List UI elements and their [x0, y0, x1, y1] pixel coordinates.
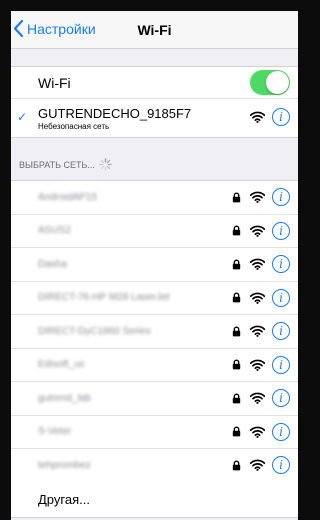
network-name: S-Veter	[38, 426, 72, 438]
lock-icon	[232, 359, 241, 370]
loading-spinner-icon	[99, 158, 112, 171]
network-row[interactable]: DIRECT-DyC1860 Series i	[11, 315, 298, 349]
network-name: DIRECT-DyC1860 Series	[38, 325, 151, 337]
network-name: AndroidAP15	[38, 191, 97, 203]
network-row[interactable]: S-Veter i	[11, 416, 298, 449]
info-icon[interactable]: i	[272, 108, 290, 126]
navigation-bar: Настройки Wi-Fi	[11, 11, 298, 49]
network-name: Edisoft_uc	[38, 359, 85, 371]
toggle-knob	[266, 71, 289, 94]
wifi-signal-icon	[250, 191, 265, 203]
info-icon[interactable]: i	[272, 255, 290, 273]
wifi-signal-icon	[250, 325, 265, 337]
network-row[interactable]: ASUS2 i	[11, 215, 298, 248]
section-header-label: ВЫБРАТЬ СЕТЬ...	[19, 160, 95, 170]
network-name: ASUS2	[38, 225, 71, 237]
lock-icon	[232, 225, 241, 236]
wifi-signal-icon	[250, 292, 265, 304]
wifi-signal-icon	[250, 258, 265, 270]
wifi-toggle-row: Wi-Fi	[11, 67, 298, 99]
info-icon[interactable]: i	[272, 355, 290, 374]
network-row[interactable]: DIRECT-76-HP M28 LaserJet i	[11, 282, 298, 315]
info-icon[interactable]: i	[272, 389, 290, 407]
checkmark-icon: ✓	[17, 110, 28, 124]
network-row[interactable]: Dasha i	[11, 248, 298, 282]
network-row[interactable]: gutrend_lab i	[11, 382, 298, 416]
network-name: DIRECT-76-HP M28 LaserJet	[38, 292, 170, 304]
current-network-ssid: GUTRENDECHO_9185F7	[38, 105, 192, 121]
info-icon[interactable]: i	[272, 456, 290, 474]
current-network-row[interactable]: ✓ GUTRENDECHO_9185F7 Небезопасная сеть i	[11, 99, 298, 137]
network-row[interactable]: tehprombez i	[11, 449, 298, 483]
wifi-signal-icon	[250, 359, 265, 371]
wifi-signal-icon	[250, 392, 265, 404]
page-title: Wi-Fi	[137, 22, 172, 38]
choose-network-header: ВЫБРАТЬ СЕТЬ...	[11, 138, 298, 180]
info-icon[interactable]: i	[272, 422, 290, 441]
wifi-signal-icon	[250, 426, 265, 438]
other-network-row[interactable]: Другая...	[11, 483, 298, 517]
info-icon[interactable]: i	[272, 221, 290, 240]
lock-icon	[232, 192, 241, 202]
network-name: tehprombez	[38, 460, 91, 472]
lock-icon	[232, 326, 241, 336]
other-network-label: Другая...	[38, 492, 90, 507]
network-row[interactable]: Edisoft_uc i	[11, 349, 298, 382]
lock-icon	[232, 393, 241, 403]
network-name: Dasha	[38, 258, 67, 270]
wifi-signal-icon	[250, 111, 265, 123]
info-icon[interactable]: i	[272, 322, 290, 340]
lock-icon	[232, 292, 241, 303]
phone-screen: Настройки Wi-Fi Wi-Fi ✓ GUTRENDECHO_9185…	[11, 11, 298, 520]
info-icon[interactable]: i	[272, 288, 290, 307]
wifi-signal-icon	[250, 459, 265, 471]
info-icon[interactable]: i	[272, 188, 290, 206]
lock-icon	[232, 460, 241, 470]
network-list: AndroidAP15 i ASUS2 i Dasha i DIRECT-76-…	[11, 180, 298, 518]
lock-icon	[232, 426, 241, 437]
wifi-signal-icon	[250, 225, 265, 237]
network-name: gutrend_lab	[38, 392, 91, 404]
current-network-status: Небезопасная сеть	[38, 121, 110, 131]
network-row[interactable]: AndroidAP15 i	[11, 181, 298, 215]
lock-icon	[232, 259, 241, 269]
wifi-toggle-label: Wi-Fi	[38, 74, 71, 91]
wifi-toggle-switch[interactable]	[250, 70, 290, 95]
